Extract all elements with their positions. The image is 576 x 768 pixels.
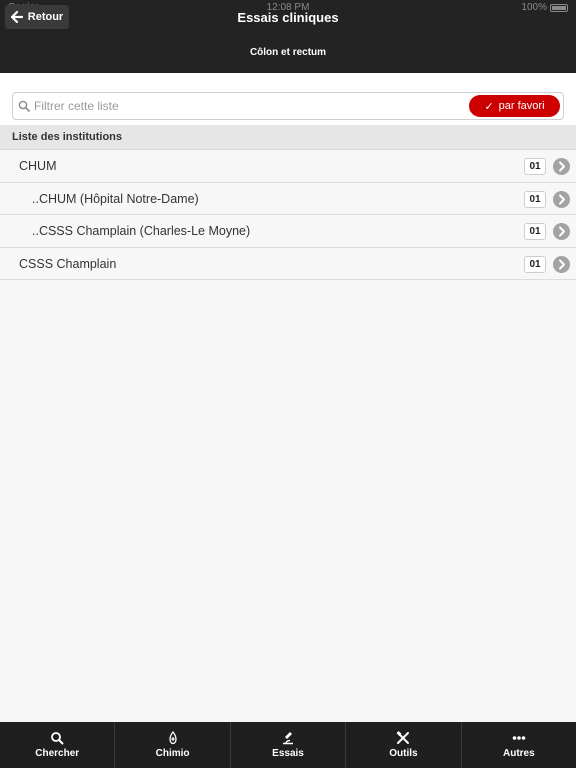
filter-box: ✓ par favori xyxy=(12,92,564,120)
list-item[interactable]: ..CSSS Champlain (Charles-Le Moyne) 01 xyxy=(0,215,576,248)
tab-autres[interactable]: Autres xyxy=(462,722,576,768)
tab-chimio[interactable]: Chimio xyxy=(115,722,231,768)
count-badge: 01 xyxy=(524,190,546,208)
favorite-filter-label: par favori xyxy=(498,100,545,112)
search-icon xyxy=(51,732,64,745)
search-icon xyxy=(18,100,30,112)
chevron-right-icon[interactable] xyxy=(553,223,570,240)
tab-bar: Chercher Chimio Essais Outils Autres xyxy=(0,722,576,768)
filter-area: ✓ par favori xyxy=(0,73,576,125)
count-badge: 01 xyxy=(524,158,546,175)
tab-chercher[interactable]: Chercher xyxy=(0,722,116,768)
tab-outils[interactable]: Outils xyxy=(346,722,462,768)
chemo-icon xyxy=(168,731,177,745)
list-item[interactable]: ..CHUM (Hôpital Notre-Dame) 01 xyxy=(0,182,576,215)
filter-input[interactable] xyxy=(34,97,454,115)
page-title: Essais cliniques xyxy=(237,10,339,25)
favorite-filter-button[interactable]: ✓ par favori xyxy=(469,95,560,117)
institution-list: CHUM 01 ..CHUM (Hôpital Notre-Dame) 01 .… xyxy=(0,150,576,280)
count-badge: 01 xyxy=(524,223,546,240)
list-item-label: ..CHUM (Hôpital Notre-Dame) xyxy=(32,191,199,206)
chevron-right-icon[interactable] xyxy=(553,190,570,208)
tab-label: Autres xyxy=(502,748,535,759)
count-badge: 01 xyxy=(524,255,546,273)
tools-icon xyxy=(396,731,410,744)
navigation-header: Carrier 12:08 PM 100% Retour Essais clin… xyxy=(0,0,576,73)
section-header: Liste des institutions xyxy=(0,125,576,150)
list-item-label: ..CSSS Champlain (Charles-Le Moyne) xyxy=(32,224,251,238)
list-item[interactable]: CSSS Champlain 01 xyxy=(0,247,576,280)
more-icon xyxy=(512,736,526,740)
flask-icon xyxy=(283,732,294,745)
check-icon: ✓ xyxy=(484,100,494,113)
tab-essais[interactable]: Essais xyxy=(231,722,347,768)
page-subtitle: Côlon et rectum xyxy=(249,47,327,58)
tab-label: Chercher xyxy=(35,748,80,759)
list-item-label: CHUM xyxy=(19,159,57,173)
tab-label: Chimio xyxy=(155,748,190,759)
chevron-right-icon[interactable] xyxy=(553,158,570,175)
chevron-right-icon[interactable] xyxy=(553,255,570,273)
list-item-label: CSSS Champlain xyxy=(19,256,117,271)
tab-label: Outils xyxy=(389,748,418,759)
tab-label: Essais xyxy=(272,748,304,759)
list-item[interactable]: CHUM 01 xyxy=(0,150,576,183)
section-title: Liste des institutions xyxy=(12,131,123,143)
